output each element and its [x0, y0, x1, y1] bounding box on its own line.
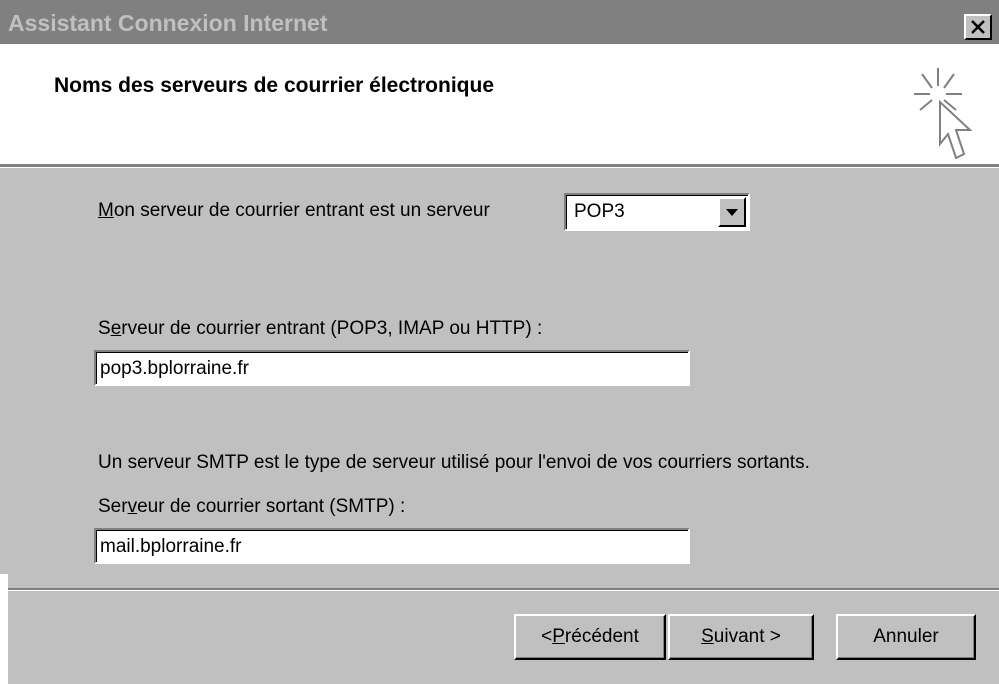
- cancel-button[interactable]: Annuler: [836, 614, 976, 660]
- close-button[interactable]: [964, 14, 992, 40]
- smtp-info-text: Un serveur SMTP est le type de serveur u…: [98, 452, 810, 473]
- wizard-cursor-icon: [914, 68, 973, 160]
- outgoing-server-label: Serveur de courrier sortant (SMTP) :: [98, 496, 406, 517]
- window-title: Assistant Connexion Internet: [8, 10, 328, 36]
- wizard-dialog: Assistant Connexion Internet Noms des se…: [0, 0, 999, 684]
- incoming-type-value: POP3: [574, 201, 625, 222]
- footer-divider: [0, 588, 999, 591]
- title-bar[interactable]: Assistant Connexion Internet: [0, 0, 999, 44]
- close-icon: [971, 20, 985, 34]
- incoming-server-label: Serveur de courrier entrant (POP3, IMAP …: [98, 318, 543, 339]
- chevron-down-icon: [726, 209, 738, 216]
- incoming-type-label: Mon serveur de courrier entrant est un s…: [98, 200, 490, 221]
- incoming-type-select[interactable]: POP3: [564, 193, 750, 231]
- dropdown-button[interactable]: [718, 197, 746, 227]
- page-title: Noms des serveurs de courrier électroniq…: [54, 74, 495, 97]
- back-button[interactable]: < Précédent: [514, 614, 666, 660]
- background-edge: [0, 574, 8, 684]
- wizard-header: Noms des serveurs de courrier électroniq…: [0, 44, 999, 164]
- header-divider: [0, 164, 999, 168]
- next-button[interactable]: Suivant >: [668, 614, 814, 660]
- incoming-server-input[interactable]: pop3.bplorraine.fr: [94, 350, 690, 386]
- outgoing-server-input[interactable]: mail.bplorraine.fr: [94, 528, 690, 564]
